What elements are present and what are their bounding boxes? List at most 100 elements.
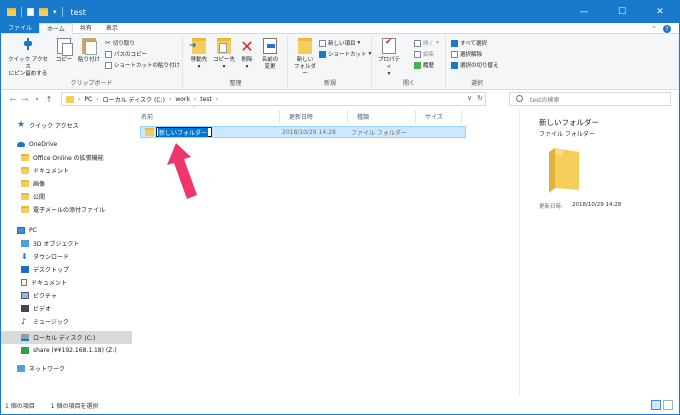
videos-icon bbox=[21, 305, 29, 312]
properties-button[interactable]: プロパティ▾ bbox=[376, 38, 402, 78]
search-input[interactable]: testの検索 bbox=[509, 92, 671, 106]
move-to-button[interactable]: 移動先▾ bbox=[188, 38, 210, 71]
details-view-icon[interactable] bbox=[651, 400, 661, 410]
sidebar-item[interactable]: 3D オブジェクト bbox=[1, 237, 132, 250]
sidebar-item[interactable]: Office Online の拡張機能 bbox=[1, 151, 132, 164]
scissors-icon bbox=[105, 39, 111, 47]
edit-button[interactable]: 編集 bbox=[414, 50, 434, 58]
back-arrow-icon[interactable]: ← bbox=[7, 95, 19, 104]
sidebar-item-label: ビデオ bbox=[33, 306, 52, 313]
maximize-button[interactable]: ☐ bbox=[603, 1, 641, 23]
ribbon-tabs: ファイル ホーム 共有 表示 ⌃ ? bbox=[1, 22, 679, 34]
column-header-type[interactable]: 種類 bbox=[348, 110, 416, 123]
pictures-icon bbox=[21, 292, 29, 299]
breadcrumb-work[interactable]: work bbox=[175, 96, 190, 103]
breadcrumb-pc[interactable]: PC bbox=[84, 96, 92, 103]
select-group: すべて選択 選択解除 選択の切り替え 選択 bbox=[447, 36, 507, 88]
sidebar-item[interactable]: ⬇ ダウンロード bbox=[1, 250, 132, 263]
large-icons-view-icon[interactable] bbox=[663, 400, 673, 410]
sidebar-item[interactable]: ネットワーク bbox=[1, 362, 132, 375]
sidebar-item-label: share (¥¥192.168.1.18) (Z:) bbox=[33, 347, 117, 354]
move-to-icon bbox=[189, 38, 206, 54]
pin-to-quick-access-button[interactable]: クイック アクセス にピン留めする bbox=[7, 38, 49, 78]
table-row[interactable]: 新しいフォルダー 2018/10/29 14:28 ファイル フォルダー bbox=[140, 126, 466, 138]
sidebar-item[interactable]: デスクトップ bbox=[1, 263, 132, 276]
history-button[interactable]: 履歴 bbox=[414, 61, 434, 69]
paste-shortcut-button[interactable]: ショートカットの貼り付け bbox=[105, 61, 180, 69]
select-all-icon bbox=[451, 39, 458, 47]
column-header-name[interactable]: 名前 bbox=[132, 110, 280, 123]
copy-to-icon bbox=[217, 38, 231, 54]
up-arrow-icon[interactable]: ↑ bbox=[43, 95, 55, 104]
preview-pane: 新しいフォルダー ファイル フォルダー 更新日時: 2018/10/29 14:… bbox=[519, 108, 679, 397]
sidebar-item[interactable]: ローカル ディスク (C:) bbox=[1, 331, 132, 344]
paste-button[interactable]: 貼り付け bbox=[78, 38, 100, 64]
copy-button[interactable]: コピー bbox=[54, 38, 74, 64]
cut-button[interactable]: 切り取り bbox=[105, 39, 135, 47]
copy-to-button[interactable]: コピー先 ▾ bbox=[212, 38, 236, 71]
close-button[interactable]: ✕ bbox=[641, 1, 679, 23]
pc-icon bbox=[17, 227, 25, 234]
forward-arrow-icon[interactable]: → bbox=[19, 95, 31, 104]
invert-selection-icon bbox=[451, 61, 458, 69]
address-dropdown-icon[interactable]: ∨ bbox=[467, 94, 472, 102]
preview-subtitle: ファイル フォルダー bbox=[539, 131, 595, 138]
tab-share[interactable]: 共有 bbox=[73, 22, 99, 33]
rename-input[interactable]: 新しいフォルダー bbox=[156, 127, 212, 137]
breadcrumb-test[interactable]: test bbox=[200, 96, 212, 103]
sidebar-item[interactable]: ドキュメント bbox=[1, 164, 132, 177]
cloud-icon bbox=[17, 142, 25, 147]
sidebar-item-label: ミュージック bbox=[33, 319, 69, 326]
refresh-icon[interactable]: ↻ bbox=[477, 94, 483, 102]
column-header-modified[interactable]: 更新日時 bbox=[280, 110, 348, 123]
invert-selection-button[interactable]: 選択の切り替え bbox=[451, 61, 499, 69]
pin-icon bbox=[21, 38, 35, 54]
new-folder-button[interactable]: 新しい フォルダー bbox=[292, 38, 318, 78]
status-item-count: 1 個の項目 bbox=[5, 403, 35, 410]
copy-icon bbox=[57, 38, 73, 56]
breadcrumb-local-disk[interactable]: ローカル ディスク (C:) bbox=[103, 95, 165, 104]
column-header-size[interactable]: サイズ bbox=[416, 110, 462, 123]
collapse-ribbon-icon[interactable]: ⌃ bbox=[651, 25, 657, 33]
open-group: プロパティ▾ 開く▾ 編集 履歴 開く bbox=[373, 36, 446, 88]
tab-file[interactable]: ファイル bbox=[1, 22, 40, 33]
folder-icon bbox=[21, 154, 29, 161]
network-drive-icon bbox=[21, 347, 29, 354]
tab-view[interactable]: 表示 bbox=[99, 22, 125, 33]
sidebar-item[interactable]: PC bbox=[1, 224, 132, 237]
disk-icon bbox=[21, 334, 29, 341]
sidebar-item[interactable]: share (¥¥192.168.1.18) (Z:) bbox=[1, 344, 132, 357]
row-type: ファイル フォルダー bbox=[351, 129, 407, 137]
new-folder-quick-icon[interactable] bbox=[39, 8, 48, 16]
large-folder-icon bbox=[549, 148, 579, 193]
tab-home[interactable]: ホーム bbox=[39, 23, 73, 34]
delete-x-icon: ✕ bbox=[240, 36, 254, 56]
sidebar-item[interactable]: 公開 bbox=[1, 190, 132, 203]
sidebar-item[interactable]: ♪ ミュージック bbox=[1, 315, 132, 328]
sidebar-item[interactable]: ピクチャ bbox=[1, 289, 132, 302]
recent-locations-icon[interactable]: ▾ bbox=[31, 96, 43, 103]
edit-icon bbox=[414, 50, 421, 58]
sidebar-item[interactable]: ★ クイック アクセス bbox=[1, 119, 132, 132]
open-button[interactable]: 開く ▾ bbox=[414, 39, 439, 47]
rename-button[interactable]: 名前の 変更 bbox=[260, 38, 280, 71]
delete-button[interactable]: ✕ 削除 ▾ bbox=[239, 38, 255, 71]
folder-icon bbox=[21, 180, 29, 187]
copy-path-button[interactable]: パスのコピー bbox=[105, 50, 147, 58]
new-item-button[interactable]: 新しい項目 ▾ bbox=[319, 39, 360, 47]
address-bar[interactable]: › PC › ローカル ディスク (C:) › work › test › ∨ … bbox=[61, 92, 486, 106]
customize-toolbar-icon[interactable]: ▾ bbox=[53, 8, 57, 16]
sidebar-item[interactable]: 画像 bbox=[1, 177, 132, 190]
select-all-button[interactable]: すべて選択 bbox=[451, 39, 487, 47]
minimize-button[interactable]: — bbox=[565, 1, 603, 23]
sidebar-item[interactable]: ビデオ bbox=[1, 302, 132, 315]
select-none-button[interactable]: 選択解除 bbox=[451, 50, 482, 58]
sidebar-item[interactable]: 電子メールの添付ファイル bbox=[1, 203, 132, 216]
sidebar-item[interactable]: ドキュメント bbox=[1, 276, 132, 289]
sidebar-item[interactable]: OneDrive bbox=[1, 138, 132, 151]
shortcut-icon bbox=[319, 50, 326, 58]
properties-quick-icon[interactable] bbox=[27, 8, 34, 16]
shortcut-button[interactable]: ショートカット ▾ bbox=[319, 50, 371, 58]
folder-icon bbox=[7, 8, 16, 16]
help-icon[interactable]: ? bbox=[663, 25, 671, 33]
